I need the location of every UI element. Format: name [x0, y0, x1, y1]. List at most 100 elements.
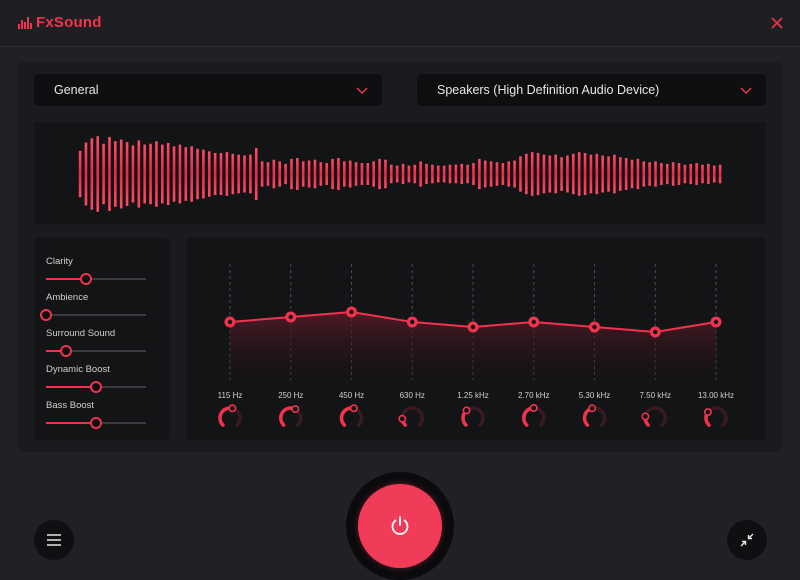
visualizer-bar: [155, 141, 158, 207]
visualizer-bar: [413, 164, 417, 184]
effect-bass-boost: Bass Boost: [46, 400, 158, 430]
visualizer-bar: [284, 163, 287, 185]
visualizer-bar: [560, 157, 563, 191]
effect-slider-track[interactable]: [46, 417, 146, 429]
visualizer-bar: [343, 161, 346, 187]
visualizer-bar: [119, 139, 123, 209]
visualizer-bar: [436, 165, 440, 183]
visualizer-bar: [707, 163, 710, 185]
effect-surround-sound: Surround Sound: [46, 328, 158, 358]
eq-knob-thumb[interactable]: [462, 406, 471, 415]
visualizer-bar: [137, 140, 141, 208]
visualizer-bar: [407, 165, 411, 183]
effect-slider-thumb[interactable]: [60, 345, 72, 357]
eq-knob-thumb[interactable]: [349, 404, 358, 413]
visualizer-bar: [384, 159, 387, 189]
visualizer-bar: [319, 162, 323, 186]
visualizer-bar: [231, 153, 235, 195]
eq-knob-thumb[interactable]: [641, 412, 650, 421]
output-device-dropdown[interactable]: Speakers (High Definition Audio Device): [417, 74, 766, 106]
effect-label: Surround Sound: [46, 328, 116, 339]
visualizer-bar: [290, 158, 293, 190]
visualizer-bar: [254, 147, 258, 201]
visualizer-bar: [266, 162, 270, 186]
eq-band-handle-center: [531, 319, 536, 325]
effect-slider-thumb[interactable]: [90, 417, 102, 429]
visualizer-bar: [178, 144, 182, 204]
visualizer-bars: [78, 136, 722, 212]
visualizer-bar: [348, 160, 352, 188]
eq-band-label: 7.50 kHz: [639, 391, 672, 400]
visualizer-bar: [472, 163, 475, 185]
eq-knob-thumb[interactable]: [398, 414, 407, 423]
visualizer-bar: [114, 141, 117, 207]
eq-band-label: 1.25 kHz: [457, 391, 489, 400]
visualizer-bar: [589, 154, 593, 194]
visualizer-bar: [712, 165, 716, 183]
minimize-view-button[interactable]: [727, 520, 767, 560]
hamburger-menu-icon: [47, 534, 61, 546]
eq-band-handle-center: [470, 324, 476, 330]
effects-panel: Clarity Ambience Surround Sound Dynamic Boo…: [34, 238, 170, 440]
visualizer-bar: [202, 149, 205, 199]
eq-knob-thumb[interactable]: [588, 404, 597, 413]
visualizer-bar: [519, 156, 522, 192]
visualizer-bar: [466, 164, 469, 184]
effect-slider-thumb[interactable]: [40, 309, 52, 321]
visualizer-bar: [166, 142, 170, 206]
visualizer-bar: [331, 158, 334, 190]
eq-band-handle-center: [653, 329, 658, 335]
effect-slider-track[interactable]: [40, 309, 146, 321]
visualizer-bar: [425, 163, 428, 185]
visualizer-bar: [213, 153, 217, 195]
effect-slider-track[interactable]: [46, 345, 146, 357]
visualizer-bar: [272, 159, 276, 189]
visualizer-bar: [225, 152, 229, 196]
effect-dynamic-boost: Dynamic Boost: [46, 364, 158, 394]
visualizer-bar: [601, 155, 604, 193]
effect-slider-track[interactable]: [46, 273, 146, 285]
visualizer-bar: [489, 161, 493, 187]
visualizer-bar: [431, 164, 434, 184]
visualizer-bar: [530, 152, 534, 196]
chevron-down-icon: [356, 87, 368, 95]
visualizer-bar: [660, 163, 663, 185]
eq-band-label: 250 Hz: [278, 391, 304, 400]
effect-slider-thumb[interactable]: [90, 381, 102, 393]
eq-band-handle-center: [227, 319, 233, 325]
eq-knob-thumb[interactable]: [529, 404, 538, 413]
effect-slider-thumb[interactable]: [80, 273, 92, 285]
visualizer-bar: [249, 154, 252, 194]
compress-arrows-icon: [740, 533, 754, 547]
visualizer-bar: [378, 158, 381, 190]
effect-label: Bass Boost: [46, 400, 95, 411]
effect-clarity: Clarity: [46, 256, 158, 286]
visualizer-bar: [677, 163, 681, 185]
power-button[interactable]: [358, 484, 442, 568]
close-button[interactable]: [766, 12, 788, 34]
app-name: FxSound: [36, 14, 102, 31]
visualizer-bar: [618, 157, 622, 191]
eq-knob-thumb[interactable]: [291, 405, 300, 414]
preset-selected: General: [54, 83, 99, 97]
effect-slider-track[interactable]: [46, 381, 146, 393]
audio-visualizer: [34, 122, 766, 224]
visualizer-bar: [718, 164, 722, 184]
eq-band-label: 450 Hz: [338, 391, 365, 400]
visualizer-bar: [207, 151, 211, 197]
visualizer-bar: [325, 163, 329, 185]
visualizer-bar: [689, 163, 693, 185]
eq-knob-thumb[interactable]: [228, 404, 237, 413]
visualizer-bar: [536, 153, 540, 195]
preset-dropdown[interactable]: General: [34, 74, 382, 106]
output-device-selected: Speakers (High Definition Audio Device): [437, 83, 660, 97]
visualizer-bar: [196, 148, 199, 200]
visualizer-bar: [460, 163, 464, 185]
eq-knob-thumb[interactable]: [703, 408, 712, 417]
visualizer-bar: [401, 163, 405, 185]
menu-button[interactable]: [34, 520, 74, 560]
visualizer-bar: [149, 143, 152, 205]
visualizer-bar: [495, 162, 499, 186]
eq-band-handle-center: [349, 309, 354, 315]
visualizer-bar: [695, 163, 698, 185]
